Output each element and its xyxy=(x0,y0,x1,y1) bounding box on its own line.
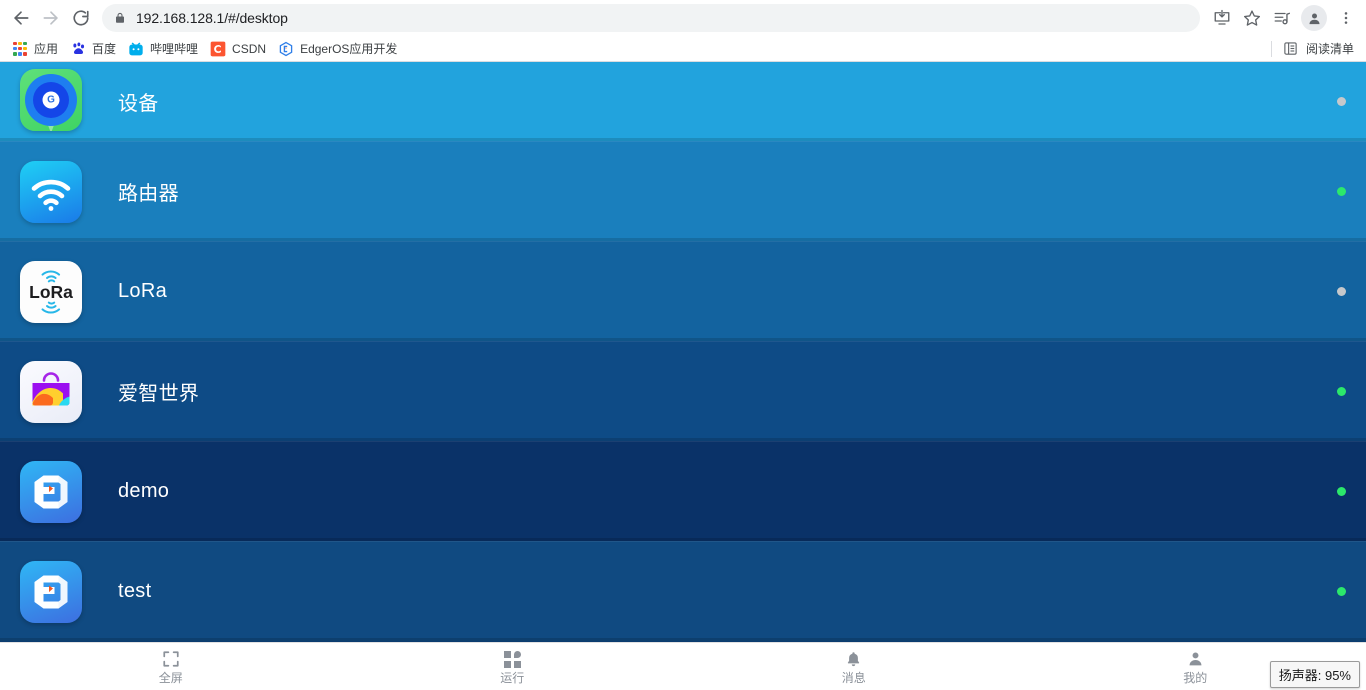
bookmark-label: CSDN xyxy=(232,41,267,56)
app-name: 路由器 xyxy=(118,183,179,205)
device-radar-icon: G xyxy=(20,68,82,131)
svg-text:LoRa: LoRa xyxy=(29,282,73,302)
back-button[interactable] xyxy=(6,3,36,33)
edgeros-icon xyxy=(278,41,294,57)
bookmark-label: EdgerOS应用开发 xyxy=(300,42,398,56)
app-name: LoRa xyxy=(118,280,168,302)
app-row-app-store[interactable]: 爱智世界 xyxy=(0,341,1366,441)
lora-icon: LoRa xyxy=(20,260,82,323)
edgeros-desktop-viewport: G 设备 路由器 LoRa LoRa 爱智世界 demo test 全屏 运行 … xyxy=(0,62,1366,690)
bookmarks-divider xyxy=(1270,40,1272,57)
tab-fullscreen[interactable]: 全屏 xyxy=(0,643,342,690)
tab-label: 全屏 xyxy=(158,670,183,685)
bilibili-icon xyxy=(128,41,144,57)
three-dot-menu-icon[interactable] xyxy=(1332,4,1360,32)
forward-button[interactable] xyxy=(36,3,66,33)
address-bar[interactable]: 192.168.128.1/#/desktop xyxy=(102,4,1200,32)
url-text: 192.168.128.1/#/desktop xyxy=(136,10,288,26)
app-row-router[interactable]: 路由器 xyxy=(0,141,1366,241)
bottom-tab-bar: 全屏 运行 消息 我的 xyxy=(0,642,1366,690)
app-name: 爱智世界 xyxy=(118,383,200,405)
tab-label: 运行 xyxy=(500,670,525,685)
bookmark-bilibili[interactable]: 哔哩哔哩 xyxy=(124,38,206,59)
app-name: test xyxy=(118,580,152,602)
bookmarks-bar: 应用 百度 哔哩哔哩 CSDN EdgerOS应用开发 阅读清单 xyxy=(0,36,1366,62)
app-list: G 设备 路由器 LoRa LoRa 爱智世界 demo test xyxy=(0,62,1366,642)
media-list-icon[interactable] xyxy=(1268,4,1296,32)
running-apps-grid-icon xyxy=(503,650,521,669)
browser-chrome: 192.168.128.1/#/desktop 应用 百度 哔哩哔哩 CSDN … xyxy=(0,0,1366,62)
csdn-icon xyxy=(210,41,226,57)
bookmark-edgeros[interactable]: EdgerOS应用开发 xyxy=(274,38,405,59)
tab-running[interactable]: 运行 xyxy=(342,643,684,690)
app-store-bag-icon xyxy=(20,360,82,423)
status-badge xyxy=(1337,187,1346,196)
tab-messages[interactable]: 消息 xyxy=(683,643,1025,690)
fullscreen-icon xyxy=(162,650,180,669)
status-badge xyxy=(1337,587,1346,596)
app-name: demo xyxy=(118,480,170,502)
bookmark-apps[interactable]: 应用 xyxy=(8,38,66,59)
edgeros-g-icon xyxy=(20,560,82,623)
status-badge xyxy=(1337,487,1346,496)
bookmark-baidu[interactable]: 百度 xyxy=(66,38,124,59)
bookmark-label: 应用 xyxy=(34,42,59,56)
reading-list-label[interactable]: 阅读清单 xyxy=(1306,40,1354,57)
bookmarks-bar-right: 阅读清单 xyxy=(1270,40,1358,57)
bookmark-star-icon[interactable] xyxy=(1238,4,1266,32)
app-row-demo[interactable]: demo xyxy=(0,441,1366,541)
status-badge xyxy=(1337,287,1346,296)
edgeros-g-icon xyxy=(20,460,82,523)
speaker-volume-tooltip: 扬声器: 95% xyxy=(1269,661,1360,688)
bell-notification-icon xyxy=(845,650,862,669)
status-badge xyxy=(1337,97,1346,106)
status-badge xyxy=(1337,387,1346,396)
reload-button[interactable] xyxy=(66,3,96,33)
apps-grid-icon xyxy=(12,41,28,57)
router-wifi-icon xyxy=(20,160,82,223)
person-profile-icon xyxy=(1187,650,1204,669)
app-row-lora[interactable]: LoRa LoRa xyxy=(0,241,1366,341)
reading-list-icon[interactable] xyxy=(1283,41,1299,57)
lock-icon xyxy=(114,11,126,25)
app-row-test[interactable]: test xyxy=(0,541,1366,641)
app-row-device[interactable]: G 设备 xyxy=(0,62,1366,141)
baidu-icon xyxy=(70,41,86,57)
profile-avatar-icon[interactable] xyxy=(1301,5,1327,31)
toolbar-right-group xyxy=(1208,4,1360,32)
tab-label: 消息 xyxy=(841,670,866,685)
tab-label: 我的 xyxy=(1183,670,1208,685)
browser-toolbar: 192.168.128.1/#/desktop xyxy=(0,0,1366,36)
install-app-icon[interactable] xyxy=(1208,4,1236,32)
bookmark-label: 百度 xyxy=(92,42,117,56)
bookmark-csdn[interactable]: CSDN xyxy=(206,39,274,59)
app-name: 设备 xyxy=(118,93,159,115)
bookmark-label: 哔哩哔哩 xyxy=(150,42,199,56)
